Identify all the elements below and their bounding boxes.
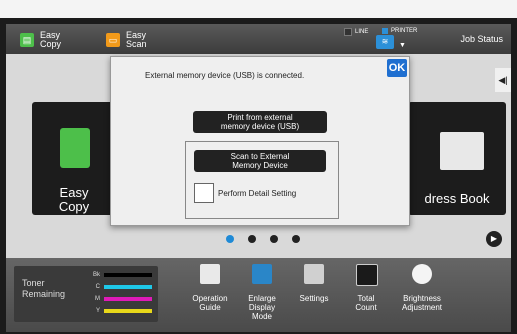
enlarge-icon (252, 264, 272, 284)
toner-panel: Toner Remaining Bk C M Y (14, 266, 158, 322)
dialog-message: External memory device (USB) is connecte… (145, 71, 305, 80)
toner-key: M (95, 296, 100, 302)
easy-copy-shortcut[interactable]: ▤ Easy Copy (20, 31, 61, 49)
page-dot[interactable] (270, 235, 278, 243)
side-panel-tab[interactable]: ◀| (495, 68, 511, 92)
next-page-button[interactable]: ▶ (486, 231, 502, 247)
address-book-tile[interactable]: dress Book (408, 102, 506, 215)
easy-copy-tile[interactable]: Easy Copy (32, 102, 116, 215)
enlarge-display-button[interactable]: Enlarge Display Mode (232, 258, 292, 332)
device-frame: ▤ Easy Copy ▭ Easy Scan LINE PRINTER ≋ ▼… (0, 18, 517, 334)
address-book-icon (440, 132, 484, 170)
panel-screen: ▤ Easy Copy ▭ Easy Scan LINE PRINTER ≋ ▼… (6, 24, 511, 332)
copy-icon (60, 128, 90, 168)
toner-title: Toner Remaining (22, 278, 66, 299)
top-white-strip (0, 0, 517, 18)
chevron-down-icon[interactable]: ▼ (399, 42, 406, 49)
header-bar: ▤ Easy Copy ▭ Easy Scan LINE PRINTER ≋ ▼… (6, 24, 511, 54)
total-count-label: Total Count (355, 294, 377, 312)
printer-status-label: PRINTER (391, 28, 418, 34)
scan-icon: ▭ (106, 33, 120, 47)
brightness-label: Brightness Adjustment (401, 294, 443, 312)
easy-copy-label: Easy Copy (40, 30, 62, 49)
line-indicator-icon (344, 28, 352, 36)
toner-key: C (95, 284, 100, 290)
detail-setting-checkbox[interactable] (194, 183, 214, 203)
easy-copy-tile-label: Easy Copy (58, 185, 90, 214)
job-status-button[interactable]: Job Status (460, 34, 503, 44)
settings-icon (304, 264, 324, 284)
scan-to-usb-button[interactable]: Scan to External Memory Device (194, 150, 326, 172)
ok-button[interactable]: OK (387, 59, 407, 77)
page-dot[interactable] (248, 235, 256, 243)
toner-key: Bk (92, 272, 100, 278)
page-dot[interactable] (226, 235, 234, 243)
settings-label: Settings (299, 294, 329, 303)
print-from-usb-button[interactable]: Print from external memory device (USB) (193, 111, 327, 133)
toner-row: Y (90, 308, 152, 314)
enlarge-display-label: Enlarge Display Mode (248, 294, 276, 321)
operation-guide-label: Operation Guide (192, 294, 228, 312)
address-book-tile-label: dress Book (424, 191, 490, 206)
toner-key: Y (95, 308, 100, 314)
printer-indicator-icon (382, 28, 388, 34)
help-icon (200, 264, 220, 284)
line-status-label: LINE (355, 29, 369, 35)
toner-row: Bk (90, 272, 152, 278)
page-dot[interactable] (292, 235, 300, 243)
settings-button[interactable]: Settings (284, 258, 344, 332)
usb-connected-dialog: External memory device (USB) is connecte… (110, 56, 410, 226)
brightness-button[interactable]: Brightness Adjustment (392, 258, 452, 332)
toner-bar (104, 309, 152, 313)
toner-bar (104, 273, 152, 277)
toner-row: C (90, 284, 152, 290)
page-indicator (226, 235, 300, 243)
toner-bar (104, 285, 152, 289)
copy-icon: ▤ (20, 33, 34, 47)
wifi-icon[interactable]: ≋ (376, 35, 394, 49)
toner-row: M (90, 296, 152, 302)
printer-status: PRINTER (382, 28, 417, 34)
easy-scan-label: Easy Scan (126, 30, 147, 49)
easy-scan-shortcut[interactable]: ▭ Easy Scan (106, 31, 147, 49)
toner-bar (104, 297, 152, 301)
scan-options-group: Scan to External Memory Device Perform D… (185, 141, 339, 219)
operation-guide-button[interactable]: Operation Guide (180, 258, 240, 332)
detail-setting-label: Perform Detail Setting (218, 189, 297, 198)
bottom-bar: Toner Remaining Bk C M Y Operation Guide… (6, 258, 511, 332)
counter-icon (356, 264, 378, 286)
line-status: LINE (344, 28, 368, 36)
total-count-button[interactable]: Total Count (336, 258, 396, 332)
brightness-icon (412, 264, 432, 284)
